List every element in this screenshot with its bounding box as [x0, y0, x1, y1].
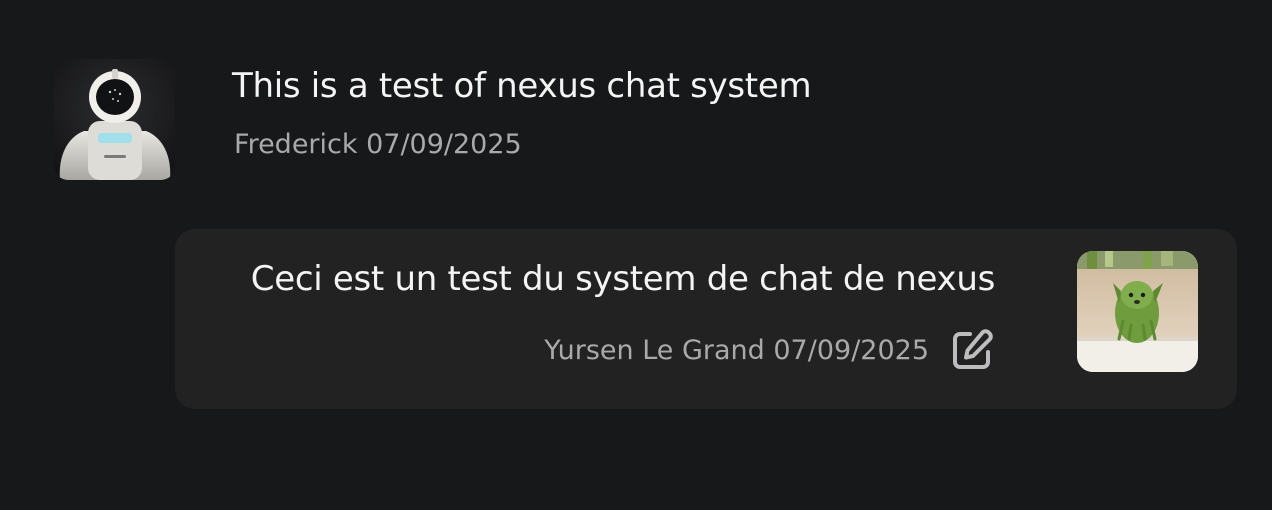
message-outgoing: Ceci est un test du system de chat de ne… [175, 229, 1237, 409]
edit-icon [953, 329, 993, 369]
avatar-yursen[interactable] [1077, 251, 1198, 372]
robot-avatar-icon [54, 59, 175, 180]
avatar-frederick[interactable] [54, 59, 175, 180]
message-meta-row: Yursen Le Grand 07/09/2025 [544, 325, 997, 375]
message-text: Ceci est un test du system de chat de ne… [250, 259, 996, 299]
edit-message-button[interactable] [947, 325, 997, 375]
dog-avatar-icon [1077, 251, 1198, 372]
message-incoming: This is a test of nexus chat system Fred… [54, 59, 954, 181]
chat-view: This is a test of nexus chat system Fred… [0, 0, 1272, 510]
message-text: This is a test of nexus chat system [232, 66, 812, 106]
message-meta: Yursen Le Grand 07/09/2025 [544, 334, 929, 366]
message-meta: Frederick 07/09/2025 [234, 129, 522, 160]
